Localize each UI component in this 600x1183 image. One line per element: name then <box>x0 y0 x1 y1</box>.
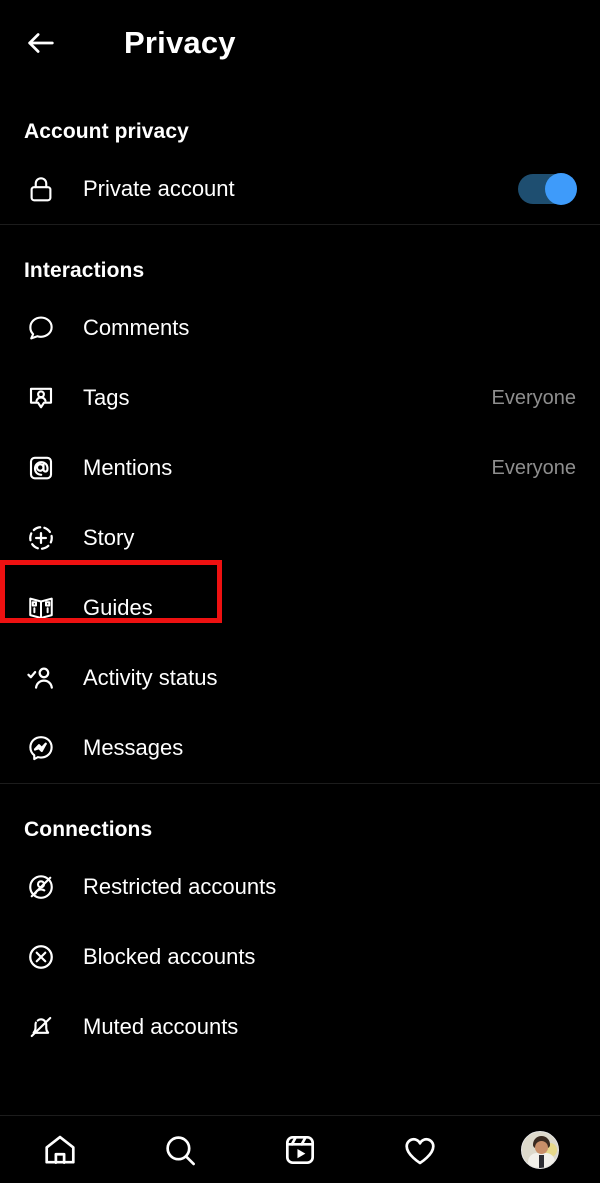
row-label-private-account: Private account <box>83 176 235 201</box>
row-value-tags: Everyone <box>491 386 577 409</box>
search-icon <box>161 1131 199 1169</box>
row-restricted-accounts[interactable]: Restricted accounts <box>0 852 600 922</box>
restricted-person-icon <box>24 870 58 904</box>
row-blocked-accounts[interactable]: Blocked accounts <box>0 922 600 992</box>
row-label-muted-accounts: Muted accounts <box>83 1014 239 1039</box>
bottom-navigation-bar <box>0 1115 600 1183</box>
messenger-icon <box>24 731 58 765</box>
row-activity-status[interactable]: Activity status <box>0 643 600 713</box>
add-story-icon <box>24 521 58 555</box>
row-label-blocked-accounts: Blocked accounts <box>83 944 256 969</box>
row-messages[interactable]: Messages <box>0 713 600 783</box>
row-comments[interactable]: Comments <box>0 293 600 363</box>
toggle-knob <box>545 173 577 205</box>
comment-bubble-icon <box>24 311 58 345</box>
privacy-settings-screen: Privacy Account privacy Private account … <box>0 0 600 1183</box>
row-muted-accounts[interactable]: Muted accounts <box>0 992 600 1062</box>
lock-icon <box>24 172 58 206</box>
nav-item-search[interactable] <box>120 1116 240 1183</box>
row-label-restricted-accounts: Restricted accounts <box>83 874 277 899</box>
row-label-tags: Tags <box>83 385 130 410</box>
section-title-connections: Connections <box>24 818 153 841</box>
home-icon <box>41 1131 79 1169</box>
person-check-icon <box>24 661 58 695</box>
row-label-guides: Guides <box>83 595 153 620</box>
heart-icon <box>401 1131 439 1169</box>
app-header: Privacy <box>0 0 600 86</box>
row-tags[interactable]: Tags Everyone <box>0 363 600 433</box>
section-interactions: Interactions Comments Tags Everyone Ment… <box>0 225 600 783</box>
section-account-privacy: Account privacy Private account <box>0 86 600 224</box>
row-label-comments: Comments <box>83 315 190 340</box>
section-title-interactions: Interactions <box>24 259 145 282</box>
page-title: Privacy <box>124 25 236 60</box>
row-value-mentions: Everyone <box>491 456 577 479</box>
reels-icon <box>281 1131 319 1169</box>
section-connections: Connections Restricted accounts Blocked … <box>0 784 600 1062</box>
row-story[interactable]: Story <box>0 503 600 573</box>
at-mention-icon <box>24 451 58 485</box>
row-mentions[interactable]: Mentions Everyone <box>0 433 600 503</box>
back-button[interactable] <box>24 21 68 65</box>
tag-person-icon <box>24 381 58 415</box>
nav-item-profile[interactable] <box>480 1116 600 1183</box>
private-account-toggle[interactable] <box>518 173 577 205</box>
row-label-story: Story <box>83 525 135 550</box>
row-label-mentions: Mentions <box>83 455 173 480</box>
nav-item-reels[interactable] <box>240 1116 360 1183</box>
row-guides[interactable]: Guides <box>0 573 600 643</box>
nav-item-activity[interactable] <box>360 1116 480 1183</box>
bell-off-icon <box>24 1010 58 1044</box>
row-label-activity-status: Activity status <box>83 665 218 690</box>
row-private-account[interactable]: Private account <box>0 154 600 224</box>
guides-book-icon <box>24 591 58 625</box>
profile-avatar <box>521 1130 559 1169</box>
nav-item-home[interactable] <box>0 1116 120 1183</box>
arrow-left-icon <box>28 33 54 53</box>
section-title-account-privacy: Account privacy <box>24 120 189 143</box>
row-label-messages: Messages <box>83 735 184 760</box>
block-circle-icon <box>24 940 58 974</box>
